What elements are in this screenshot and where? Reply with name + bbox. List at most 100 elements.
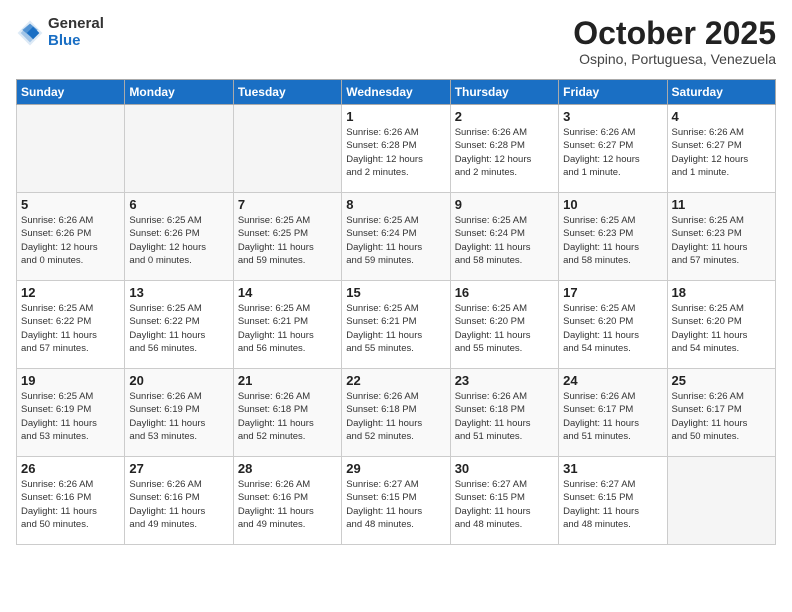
calendar-cell: 10Sunrise: 6:25 AM Sunset: 6:23 PM Dayli… [559,193,667,281]
day-number: 1 [346,109,445,124]
calendar-cell: 23Sunrise: 6:26 AM Sunset: 6:18 PM Dayli… [450,369,558,457]
calendar-cell: 20Sunrise: 6:26 AM Sunset: 6:19 PM Dayli… [125,369,233,457]
day-number: 25 [672,373,771,388]
day-info: Sunrise: 6:25 AM Sunset: 6:22 PM Dayligh… [129,302,228,355]
day-info: Sunrise: 6:26 AM Sunset: 6:17 PM Dayligh… [672,390,771,443]
calendar-cell: 8Sunrise: 6:25 AM Sunset: 6:24 PM Daylig… [342,193,450,281]
day-info: Sunrise: 6:25 AM Sunset: 6:23 PM Dayligh… [672,214,771,267]
calendar-cell: 29 Sunrise: 6:27 AM Sunset: 6:15 PM Dayli… [342,457,450,545]
calendar-cell: 27 Sunrise: 6:26 AM Sunset: 6:16 PM Dayli… [125,457,233,545]
day-info: Sunrise: 6:25 AM Sunset: 6:20 PM Dayligh… [672,302,771,355]
calendar-cell: 2 Sunrise: 6:26 AM Sunset: 6:28 PM Daylig… [450,105,558,193]
day-info: Sunrise: 6:26 AM Sunset: 6:18 PM Dayligh… [238,390,337,443]
weekday-header: Saturday [667,80,775,105]
day-info: Sunrise: 6:26 AM Sunset: 6:26 PM Dayligh… [21,214,120,267]
day-info: Sunrise: 6:27 AM Sunset: 6:15 PM Dayligh… [346,478,445,531]
day-number: 11 [672,197,771,212]
month-title: October 2025 [573,16,776,51]
calendar-cell: 15 Sunrise: 6:25 AM Sunset: 6:21 PM Dayli… [342,281,450,369]
weekday-header: Monday [125,80,233,105]
day-info: Sunrise: 6:26 AM Sunset: 6:18 PM Dayligh… [346,390,445,443]
calendar-cell: 22Sunrise: 6:26 AM Sunset: 6:18 PM Dayli… [342,369,450,457]
day-number: 5 [21,197,120,212]
day-info: Sunrise: 6:25 AM Sunset: 6:19 PM Dayligh… [21,390,120,443]
calendar-cell: 17Sunrise: 6:25 AM Sunset: 6:20 PM Dayli… [559,281,667,369]
day-number: 28 [238,461,337,476]
calendar-cell: 16Sunrise: 6:25 AM Sunset: 6:20 PM Dayli… [450,281,558,369]
day-info: Sunrise: 6:26 AM Sunset: 6:18 PM Dayligh… [455,390,554,443]
day-info: Sunrise: 6:25 AM Sunset: 6:20 PM Dayligh… [563,302,662,355]
calendar-cell: 31Sunrise: 6:27 AM Sunset: 6:15 PM Dayli… [559,457,667,545]
day-number: 20 [129,373,228,388]
day-number: 15 [346,285,445,300]
day-info: Sunrise: 6:26 AM Sunset: 6:28 PM Dayligh… [346,126,445,179]
calendar-cell: 26 Sunrise: 6:26 AM Sunset: 6:16 PM Dayli… [17,457,125,545]
day-info: Sunrise: 6:26 AM Sunset: 6:16 PM Dayligh… [238,478,337,531]
day-info: Sunrise: 6:27 AM Sunset: 6:15 PM Dayligh… [455,478,554,531]
weekday-header: Tuesday [233,80,341,105]
calendar-cell: 30 Sunrise: 6:27 AM Sunset: 6:15 PM Dayli… [450,457,558,545]
logo-icon [16,19,44,47]
day-info: Sunrise: 6:26 AM Sunset: 6:28 PM Dayligh… [455,126,554,179]
day-info: Sunrise: 6:26 AM Sunset: 6:17 PM Dayligh… [563,390,662,443]
location: Ospino, Portuguesa, Venezuela [573,51,776,67]
day-number: 31 [563,461,662,476]
day-info: Sunrise: 6:26 AM Sunset: 6:16 PM Dayligh… [129,478,228,531]
calendar-cell: 4 Sunrise: 6:26 AM Sunset: 6:27 PM Daylig… [667,105,775,193]
day-number: 24 [563,373,662,388]
calendar-week-row: 19Sunrise: 6:25 AM Sunset: 6:19 PM Dayli… [17,369,776,457]
weekday-header: Friday [559,80,667,105]
day-number: 13 [129,285,228,300]
calendar-cell [667,457,775,545]
day-number: 29 [346,461,445,476]
day-info: Sunrise: 6:26 AM Sunset: 6:16 PM Dayligh… [21,478,120,531]
calendar-cell: 3 Sunrise: 6:26 AM Sunset: 6:27 PM Daylig… [559,105,667,193]
day-info: Sunrise: 6:25 AM Sunset: 6:21 PM Dayligh… [346,302,445,355]
day-info: Sunrise: 6:25 AM Sunset: 6:24 PM Dayligh… [455,214,554,267]
day-info: Sunrise: 6:26 AM Sunset: 6:27 PM Dayligh… [563,126,662,179]
day-number: 30 [455,461,554,476]
day-number: 18 [672,285,771,300]
calendar-week-row: 1 Sunrise: 6:26 AM Sunset: 6:28 PM Daylig… [17,105,776,193]
day-info: Sunrise: 6:25 AM Sunset: 6:24 PM Dayligh… [346,214,445,267]
calendar-cell: 25 Sunrise: 6:26 AM Sunset: 6:17 PM Dayli… [667,369,775,457]
day-number: 14 [238,285,337,300]
calendar-week-row: 5 Sunrise: 6:26 AM Sunset: 6:26 PM Daylig… [17,193,776,281]
calendar-body: 1 Sunrise: 6:26 AM Sunset: 6:28 PM Daylig… [17,105,776,545]
day-number: 7 [238,197,337,212]
day-number: 26 [21,461,120,476]
day-number: 27 [129,461,228,476]
day-number: 3 [563,109,662,124]
weekday-header: Thursday [450,80,558,105]
day-info: Sunrise: 6:26 AM Sunset: 6:27 PM Dayligh… [672,126,771,179]
calendar-cell [233,105,341,193]
day-number: 10 [563,197,662,212]
calendar-cell: 9Sunrise: 6:25 AM Sunset: 6:24 PM Daylig… [450,193,558,281]
calendar-cell: 14 Sunrise: 6:25 AM Sunset: 6:21 PM Dayli… [233,281,341,369]
day-number: 21 [238,373,337,388]
day-number: 2 [455,109,554,124]
calendar-cell: 28 Sunrise: 6:26 AM Sunset: 6:16 PM Dayli… [233,457,341,545]
calendar-cell: 21 Sunrise: 6:26 AM Sunset: 6:18 PM Dayli… [233,369,341,457]
day-number: 12 [21,285,120,300]
logo-general: General [48,16,104,33]
calendar-week-row: 26 Sunrise: 6:26 AM Sunset: 6:16 PM Dayli… [17,457,776,545]
weekday-header: Wednesday [342,80,450,105]
logo-text: General Blue [48,16,104,49]
calendar-header: SundayMondayTuesdayWednesdayThursdayFrid… [17,80,776,105]
day-info: Sunrise: 6:25 AM Sunset: 6:20 PM Dayligh… [455,302,554,355]
calendar-cell: 1 Sunrise: 6:26 AM Sunset: 6:28 PM Daylig… [342,105,450,193]
calendar-cell: 12 Sunrise: 6:25 AM Sunset: 6:22 PM Dayli… [17,281,125,369]
page-header: General Blue October 2025 Ospino, Portug… [16,16,776,67]
calendar-cell: 24 Sunrise: 6:26 AM Sunset: 6:17 PM Dayli… [559,369,667,457]
weekday-header: Sunday [17,80,125,105]
calendar-cell: 13 Sunrise: 6:25 AM Sunset: 6:22 PM Dayli… [125,281,233,369]
calendar-cell: 19Sunrise: 6:25 AM Sunset: 6:19 PM Dayli… [17,369,125,457]
day-info: Sunrise: 6:25 AM Sunset: 6:25 PM Dayligh… [238,214,337,267]
day-number: 6 [129,197,228,212]
calendar-cell [17,105,125,193]
day-info: Sunrise: 6:25 AM Sunset: 6:22 PM Dayligh… [21,302,120,355]
calendar-week-row: 12 Sunrise: 6:25 AM Sunset: 6:22 PM Dayli… [17,281,776,369]
day-number: 4 [672,109,771,124]
day-info: Sunrise: 6:25 AM Sunset: 6:21 PM Dayligh… [238,302,337,355]
